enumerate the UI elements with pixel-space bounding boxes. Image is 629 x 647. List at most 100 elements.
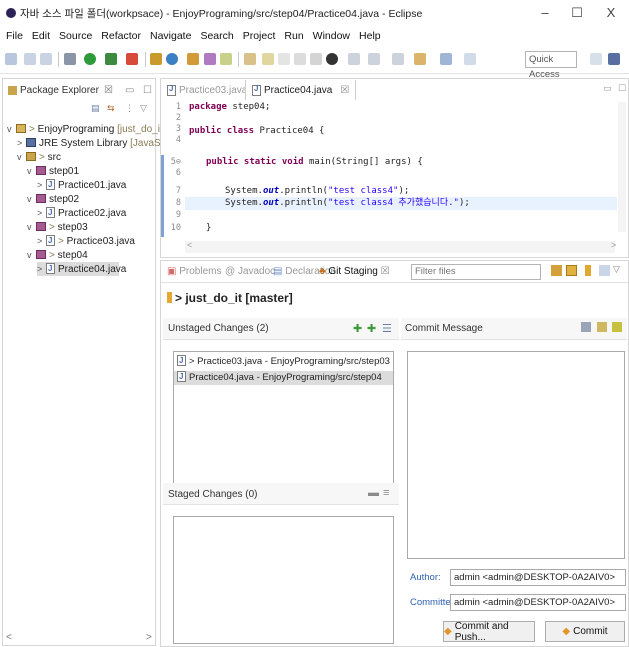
tree-item-practice02[interactable]: >Practice02.java (37, 206, 126, 220)
external-tools-icon[interactable] (126, 53, 138, 65)
tab-practice04[interactable]: Practice04.java ☒ (245, 80, 357, 100)
close-tab-icon[interactable]: ☒ (381, 266, 390, 277)
open-type-icon[interactable] (187, 53, 199, 65)
vertical-scrollbar[interactable] (618, 102, 626, 232)
menu-file[interactable]: File (6, 30, 23, 42)
tree-item-step04[interactable]: v > step04 (27, 248, 88, 262)
unstaged-file-practice03[interactable]: > Practice03.java - EnjoyPrograming/src/… (177, 354, 390, 369)
staged-list[interactable] (173, 516, 394, 644)
chevron-down-icon[interactable]: v (27, 220, 36, 234)
tab-git-staging[interactable]: ♣ Git Staging ☒ (319, 266, 390, 277)
java-perspective-icon[interactable] (608, 53, 620, 65)
author-field[interactable]: admin <admin@DESKTOP-0A2AIV0> (450, 569, 626, 586)
chevron-down-icon[interactable]: v (7, 122, 16, 136)
close-tab-icon[interactable]: ☒ (340, 85, 349, 96)
menu-run[interactable]: Run (284, 30, 303, 42)
close-button[interactable]: X (602, 4, 620, 22)
view-menu-icon[interactable]: ▽ (613, 264, 620, 275)
menu-refactor[interactable]: Refactor (101, 30, 141, 42)
tree-item-step02[interactable]: v step02 (27, 192, 79, 206)
last-edit-icon[interactable] (414, 53, 426, 65)
next-annotation-icon[interactable] (368, 53, 380, 65)
menu-window[interactable]: Window (313, 30, 350, 42)
mark-occurrences-icon[interactable] (262, 53, 274, 65)
filter-files-input[interactable]: Filter files (411, 264, 541, 280)
menu-source[interactable]: Source (59, 30, 92, 42)
back-icon[interactable] (440, 53, 452, 65)
scroll-right-icon[interactable]: > (611, 240, 616, 250)
tab-javadoc[interactable]: @ Javadoc (225, 266, 275, 277)
scroll-right-icon[interactable]: > (146, 632, 152, 643)
search-icon[interactable] (220, 53, 232, 65)
horizontal-scrollbar[interactable] (185, 241, 615, 253)
tab-problems[interactable]: ▣ Problems (167, 266, 221, 277)
tree-item-src[interactable]: v > src (17, 150, 61, 164)
commit-button[interactable]: ◆ Commit (545, 621, 625, 642)
open-perspective-icon[interactable] (590, 53, 602, 65)
tree-item-practice03[interactable]: >> Practice03.java (37, 234, 135, 248)
code-area[interactable]: 1 2 3 4 5⊖ 6 7 8 9 10 package step04; pu… (161, 102, 628, 237)
pin-icon[interactable] (348, 53, 360, 65)
change-id-icon[interactable] (612, 322, 622, 332)
menu-search[interactable]: Search (200, 30, 233, 42)
new-icon[interactable] (5, 53, 17, 65)
coverage-icon[interactable] (105, 53, 117, 65)
chevron-right-icon[interactable]: > (37, 206, 46, 220)
debug-icon[interactable] (64, 53, 76, 65)
layout-icon[interactable] (599, 265, 610, 276)
scroll-left-icon[interactable]: < (6, 632, 12, 643)
focus-icon[interactable]: ⋮ (125, 103, 134, 114)
menu-project[interactable]: Project (243, 30, 276, 42)
tree-item-step03[interactable]: v > step03 (27, 220, 88, 234)
tree-item-practice01[interactable]: >Practice01.java (37, 178, 126, 192)
minimize-view-icon[interactable]: ▭ (603, 83, 612, 94)
collapse-all-icon[interactable]: ▤ (91, 103, 100, 114)
maximize-button[interactable]: ☐ (568, 4, 586, 22)
committer-field[interactable]: admin <admin@DESKTOP-0A2AIV0> (450, 594, 626, 611)
git-icon[interactable] (326, 53, 338, 65)
sign-off-icon[interactable] (597, 322, 607, 332)
block-selection-icon[interactable] (278, 53, 290, 65)
presentation-icon[interactable]: ☰ (382, 322, 392, 335)
chevron-right-icon[interactable]: > (37, 178, 46, 192)
package-explorer-tab[interactable]: Package Explorer ☒ ▭ ☐ (3, 79, 155, 101)
show-whitespace-icon[interactable] (294, 53, 306, 65)
amend-icon[interactable] (581, 322, 591, 332)
word-wrap-icon[interactable] (310, 53, 322, 65)
repository-icon[interactable] (585, 265, 591, 276)
maximize-view-icon[interactable]: ☐ (143, 85, 152, 96)
tree-item-step01[interactable]: v step01 (27, 164, 79, 178)
annotation-icon[interactable] (244, 53, 256, 65)
new-java-package-icon[interactable] (150, 53, 162, 65)
commit-message-input[interactable] (407, 351, 625, 559)
chevron-right-icon[interactable]: > (37, 234, 46, 248)
close-icon[interactable]: ☒ (104, 85, 113, 96)
previous-annotation-icon[interactable] (392, 53, 404, 65)
commit-and-push-button[interactable]: ◆ Commit and Push... (443, 621, 535, 643)
save-icon[interactable] (24, 53, 36, 65)
tab-practice03[interactable]: Practice03.java (161, 80, 253, 100)
menu-navigate[interactable]: Navigate (150, 30, 191, 42)
maximize-view-icon[interactable]: ☐ (618, 83, 626, 94)
save-all-icon[interactable] (40, 53, 52, 65)
link-editor-icon[interactable]: ⇆ (107, 103, 115, 114)
stage-all-icon[interactable]: ✚ (367, 322, 376, 335)
scroll-left-icon[interactable]: < (187, 240, 192, 250)
chevron-right-icon[interactable]: > (37, 262, 46, 276)
unstaged-list[interactable]: > Practice03.java - EnjoyPrograming/src/… (173, 351, 394, 487)
chevron-down-icon[interactable]: v (17, 150, 26, 164)
unstage-all-icon[interactable]: ≡ (383, 487, 389, 499)
run-icon[interactable] (84, 53, 96, 65)
menu-help[interactable]: Help (359, 30, 381, 42)
forward-icon[interactable] (464, 53, 476, 65)
tree-item-practice04[interactable]: >Practice04.java (37, 262, 126, 276)
unstaged-file-practice04[interactable]: Practice04.java - EnjoyPrograming/src/st… (174, 370, 393, 385)
chevron-down-icon[interactable]: v (27, 192, 36, 206)
stage-selected-icon[interactable]: ✚ (353, 322, 362, 335)
refresh-icon[interactable] (551, 265, 562, 276)
open-task-icon[interactable] (204, 53, 216, 65)
minimize-view-icon[interactable]: ▭ (125, 85, 134, 96)
view-menu-icon[interactable]: ▽ (140, 103, 147, 114)
chevron-down-icon[interactable]: v (27, 164, 36, 178)
link-selection-icon[interactable] (566, 265, 577, 276)
